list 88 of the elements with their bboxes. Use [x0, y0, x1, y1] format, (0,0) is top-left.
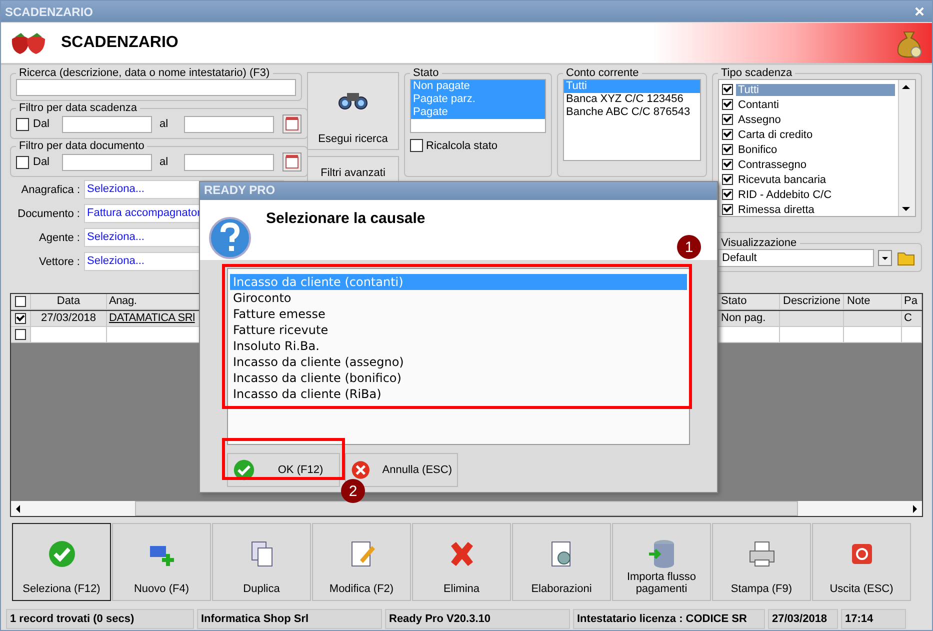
checkbox[interactable] — [410, 139, 423, 152]
table-cell — [780, 327, 844, 343]
checkbox[interactable] — [722, 99, 733, 110]
dialog-title: READY PRO — [204, 183, 276, 197]
scrollbar[interactable] — [898, 80, 915, 216]
field-label: Vettore : — [38, 256, 80, 268]
list-item[interactable]: Ricevuta bancaria — [736, 174, 828, 186]
group-label: Filtro per data scadenza — [18, 102, 138, 114]
toolbar-button[interactable]: Elimina — [412, 523, 511, 601]
table-cell — [844, 327, 902, 343]
checkbox[interactable] — [722, 129, 733, 140]
horizontal-scrollbar[interactable] — [11, 501, 922, 516]
list-item[interactable]: Banca XYZ C/C 123456 — [564, 93, 700, 106]
list-item[interactable]: Carta di credito — [736, 128, 815, 140]
column-header[interactable]: Pa — [902, 294, 922, 310]
checkbox[interactable] — [722, 204, 733, 215]
checkbox[interactable] — [15, 313, 26, 324]
date-field[interactable] — [62, 116, 152, 132]
list-item[interactable]: Banche ABC C/C 876543 — [564, 106, 700, 119]
field-label: Anagrafica : — [20, 184, 80, 196]
group-label: Filtro per data documento — [18, 140, 146, 152]
field-label: Agente : — [38, 232, 80, 244]
list-item[interactable]: Insoluto Ri.Ba. — [230, 338, 687, 354]
toolbar-button[interactable]: Nuovo (F4) — [112, 523, 211, 601]
calendar-icon[interactable] — [282, 114, 302, 134]
group-label: Visualizzazione — [720, 237, 798, 249]
cancel-icon — [351, 459, 370, 481]
checkbox[interactable] — [722, 159, 733, 170]
column-header[interactable]: Note — [844, 294, 902, 310]
checkbox[interactable] — [722, 144, 733, 155]
search-button[interactable]: Esegui ricerca — [307, 72, 399, 150]
toolbar-button[interactable]: Uscita (ESC) — [812, 523, 911, 601]
list-item[interactable]: Incasso da cliente (bonifico) — [230, 370, 687, 386]
cancel-button[interactable]: Annulla (ESC) — [345, 453, 458, 487]
list-item[interactable]: Incasso da cliente (assegno) — [230, 354, 687, 370]
group-label: Conto corrente — [565, 67, 640, 79]
close-icon[interactable] — [915, 7, 924, 16]
list-item[interactable]: Incasso da cliente (RiBa) — [230, 386, 687, 402]
status-panel: Intestatario licenza : CODICE SR — [573, 609, 765, 629]
calendar-icon[interactable] — [282, 152, 302, 172]
checkbox[interactable] — [15, 329, 26, 340]
checkbox[interactable] — [16, 118, 29, 130]
list-item[interactable]: Contanti — [736, 98, 781, 110]
status-panel: 1 record trovati (0 secs) — [6, 609, 194, 629]
field-label: Documento : — [16, 208, 80, 220]
toolbar-button[interactable]: Importa flusso pagamenti — [612, 523, 711, 601]
from-label: Dal — [33, 156, 50, 168]
list-item[interactable]: Fatture ricevute — [230, 322, 687, 338]
status-panel: Informatica Shop Srl — [197, 609, 382, 629]
list-item[interactable]: Fatture emesse — [230, 306, 687, 322]
toolbar-button[interactable]: Duplica — [212, 523, 311, 601]
column-header[interactable]: Descrizione — [780, 294, 844, 310]
header-title: SCADENZARIO — [61, 34, 180, 52]
list-item[interactable]: Bonifico — [736, 144, 780, 156]
checkbox[interactable] — [722, 189, 733, 200]
checkbox[interactable] — [16, 156, 29, 168]
group-label: Ricerca (descrizione, data o nome intestatario) (F3) — [18, 67, 271, 79]
checkbox[interactable] — [722, 84, 733, 95]
date-field[interactable] — [184, 116, 274, 132]
to-label: al — [160, 118, 168, 130]
list-item[interactable]: Rimessa diretta — [736, 204, 816, 216]
list-item[interactable]: Assegno — [736, 114, 783, 126]
table-cell — [902, 327, 922, 343]
to-label: al — [160, 156, 168, 168]
list-item[interactable]: Contrassegno — [736, 158, 808, 170]
checkbox[interactable] — [15, 296, 26, 307]
group-label: Stato — [412, 67, 440, 79]
list-item[interactable]: Giroconto — [230, 290, 687, 306]
status-panel: 17:14 — [841, 609, 906, 629]
column-header[interactable]: Data — [31, 294, 107, 310]
toolbar-button[interactable]: Modifica (F2) — [312, 523, 411, 601]
status-panel: Ready Pro V20.3.10 — [385, 609, 570, 629]
group-label: Tipo scadenza — [720, 67, 794, 79]
checkbox-label: Ricalcola stato — [426, 140, 498, 152]
date-field[interactable] — [62, 154, 152, 170]
status-panel: 27/03/2018 — [768, 609, 838, 629]
list-item[interactable]: RID - Addebito C/C — [736, 188, 834, 200]
window-title: SCADENZARIO — [5, 4, 94, 18]
date-field[interactable] — [184, 154, 274, 170]
toolbar-button[interactable]: Seleziona (F12) — [12, 523, 111, 601]
checkbox[interactable] — [722, 114, 733, 125]
toolbar-button[interactable]: Stampa (F9) — [712, 523, 811, 601]
view-select[interactable]: Default — [718, 249, 874, 267]
from-label: Dal — [33, 118, 50, 130]
ok-button[interactable]: OK (F12) — [227, 453, 340, 487]
toolbar-button[interactable]: Elaborazioni — [512, 523, 611, 601]
search-field[interactable] — [16, 79, 296, 96]
checkbox[interactable] — [722, 174, 733, 185]
